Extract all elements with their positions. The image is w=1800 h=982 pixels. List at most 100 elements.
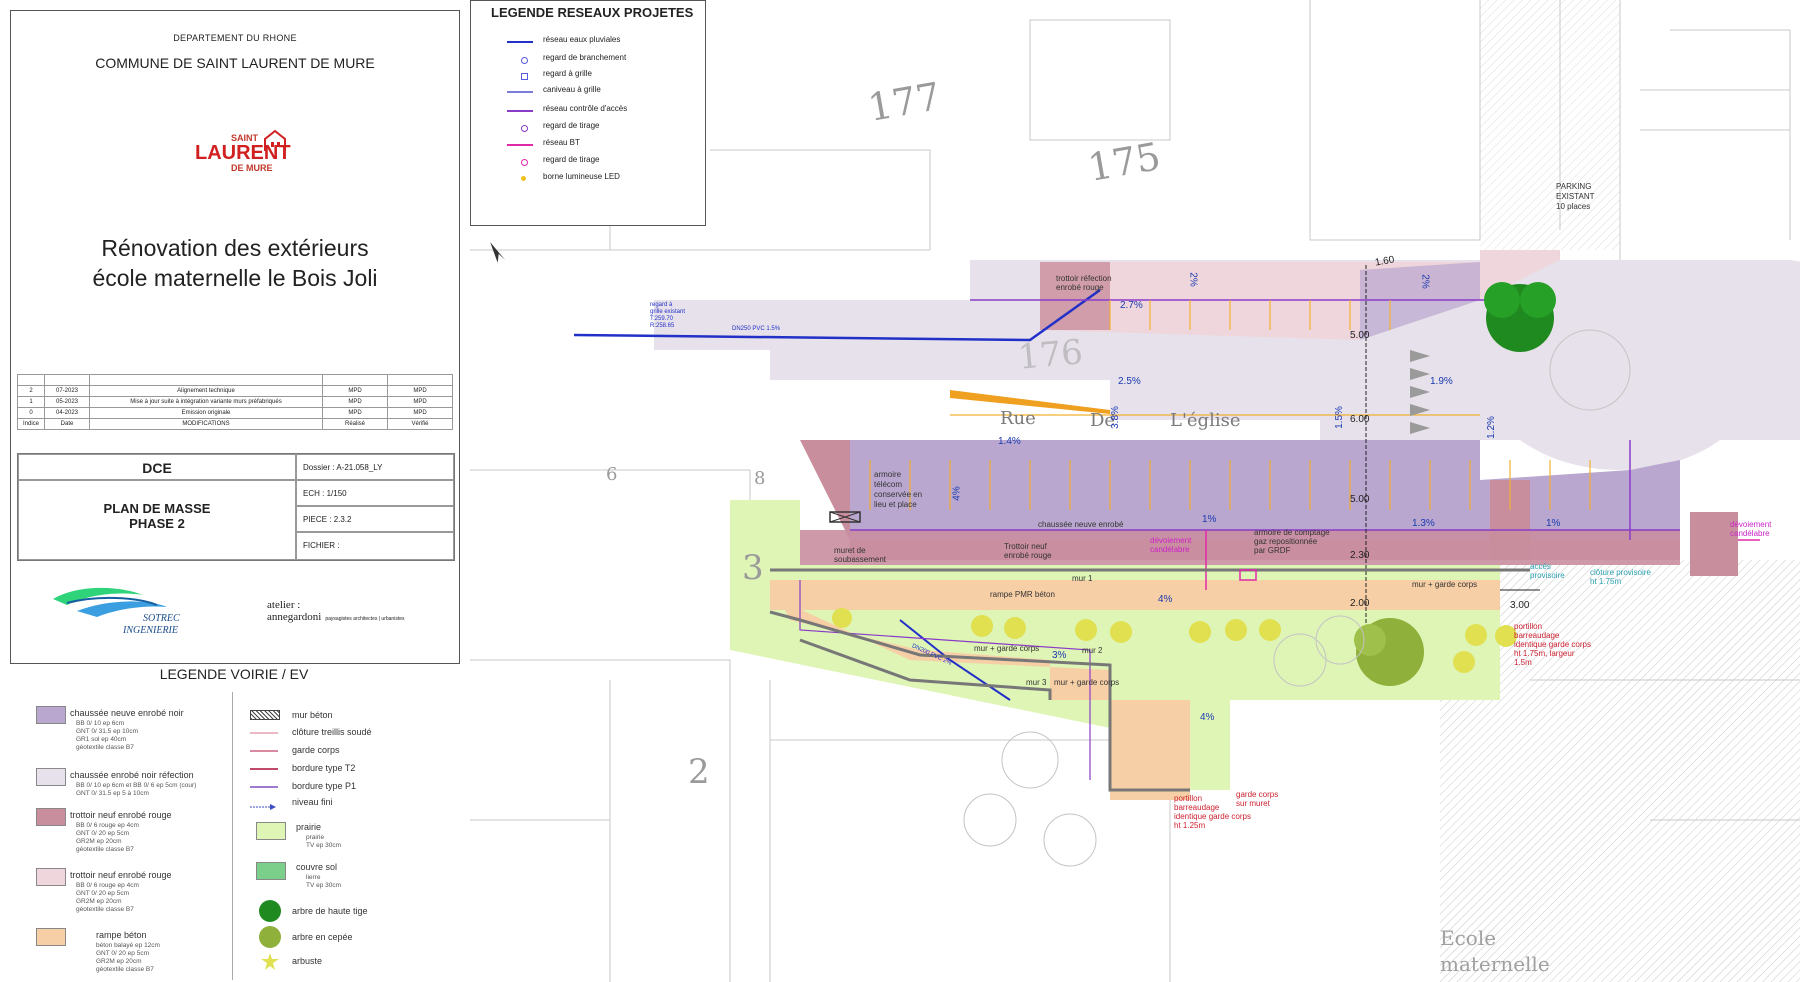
label-line: gaz repositionnée <box>1254 537 1318 546</box>
top-sidewalk-red <box>1040 262 1110 330</box>
legend-swatch-prairie <box>256 822 286 840</box>
company-logos: SOTREC INGENIERIE atelier : annegardoni … <box>17 571 453 651</box>
dimension-label: 6.00 <box>1350 414 1370 425</box>
atelier-sub: paysagistes architectes | urbanistes <box>325 616 405 622</box>
project-title: Rénovation des extérieurs école maternel… <box>11 233 459 293</box>
legend-sub-line: géotextile classe B7 <box>96 966 154 973</box>
legend-label: mur béton <box>292 710 333 720</box>
wall-railing-label-3: mur + garde corps <box>1054 678 1120 687</box>
rev-header-realise: Réalisé <box>322 418 388 430</box>
legend-level-icon <box>250 798 278 810</box>
legend-label: regard à grille <box>543 69 592 78</box>
network-legend-title: LEGENDE RESEAUX PROJETES <box>491 5 694 20</box>
dimension-label: 5.00 <box>1350 330 1370 341</box>
label-line: enrobé rouge <box>1004 551 1052 560</box>
label-line: 1.5m <box>1514 658 1532 667</box>
legend-line-eaux-pluviales <box>507 41 533 43</box>
rev-realise: MPD <box>322 407 388 419</box>
label-line: dévoiement <box>1150 536 1192 545</box>
label-line: identique garde corps <box>1174 812 1251 821</box>
legend-sub-line: TV ep 30cm <box>306 842 342 849</box>
rev-realise: MPD <box>322 396 388 408</box>
slope-label: 1.2% <box>1485 416 1497 439</box>
legend-row: regard de tirage <box>471 121 701 135</box>
legend-sub-line: GR2M ep 20cm <box>76 838 122 845</box>
rev-date: 04-2023 <box>44 407 90 419</box>
legend-line-bordure-t2 <box>250 768 278 770</box>
label-line: R:258.65 <box>650 323 675 329</box>
legend-line-caniveau <box>507 91 533 93</box>
atelier-line2: annegardoni <box>267 611 322 623</box>
legend-sub-line: BB 0/ 10 ep 6cm <box>76 720 125 727</box>
slope-label: 1.3% <box>1412 518 1435 529</box>
legend-sub-line: prairie <box>306 834 325 841</box>
saint-laurent-logo: SAINT LAURENT DE MURE <box>181 111 301 191</box>
legend-sub: BB 0/ 10 ep 6cm GNT 0/ 31.5 ep 10cm GR1 … <box>76 720 138 752</box>
road-legend: LEGENDE VOIRIE / EV chaussée neuve enrob… <box>10 662 468 980</box>
legend-label: bordure type T2 <box>292 763 356 773</box>
telecom-cabinet-label: armoire télécom conservée en lieu et pla… <box>874 470 922 510</box>
gate-right-label: portillon barreaudage identique garde co… <box>1514 622 1591 667</box>
slope-label: 2.5% <box>1118 376 1141 387</box>
table-header-row: Indice Date MODIFICATIONS Réalisé Vérifi… <box>17 418 453 430</box>
label-line: candélabre <box>1150 545 1190 554</box>
legend-swatch-rampe <box>36 928 66 946</box>
slope-label: 2.7% <box>1120 300 1143 311</box>
legend-dot-led <box>521 176 526 181</box>
scale-label: ECH : <box>303 489 325 498</box>
legend-sub-line: GNT 0/ 20 ep 5cm <box>96 950 149 957</box>
legend-label: couvre sol <box>296 862 338 872</box>
slope-label: 4% <box>1158 594 1173 605</box>
legend-label: chaussée enrobé noir réfection <box>70 770 194 780</box>
legend-label: regard de tirage <box>543 121 600 130</box>
project-title-line1: Rénovation des extérieurs <box>101 235 369 261</box>
table-row: 1 05-2023 Mise à jour suite à intégratio… <box>17 396 453 408</box>
legend-label: regard de tirage <box>543 155 600 164</box>
legend-swatch-trottoir-clair <box>36 868 66 886</box>
label-line: provisoire <box>1530 571 1565 580</box>
legend-label: prairie <box>296 822 322 832</box>
legend-sub-line: géotextile classe B7 <box>76 846 134 853</box>
legend-row: borne lumineuse LED <box>471 172 701 186</box>
legend-divider <box>232 692 233 980</box>
legend-sub-line: GR2M ep 20cm <box>96 958 142 965</box>
legend-label: arbuste <box>292 956 323 966</box>
legend-sub-line: GNT 0/ 31.5 ep 10cm <box>76 728 139 735</box>
rev-modif: Emission originale <box>89 407 323 419</box>
legend-sub: BB 0/ 6 rouge ep 4cm GNT 0/ 20 ep 5cm GR… <box>76 822 139 854</box>
legend-dot-tirage <box>521 125 528 132</box>
label-line: barreaudage <box>1514 631 1560 640</box>
legend-label: trottoir neuf enrobé rouge <box>70 870 172 880</box>
street-name-word: L'église <box>1170 410 1241 431</box>
sotrec-name: SOTREC <box>143 613 180 624</box>
new-sidewalk-label: Trottoir neuf enrobé rouge <box>1004 542 1052 560</box>
pmr-ramp-main <box>770 580 1500 610</box>
legend-line-cloture <box>250 732 278 734</box>
parcel-number: 8 <box>754 468 766 489</box>
piece-label: PIECE : <box>303 515 332 524</box>
legend-row: réseau eaux pluviales <box>471 35 701 49</box>
parcel-number: 6 <box>606 464 618 485</box>
legend-sub: lierre TV ep 30cm <box>306 874 341 890</box>
pmr-ramp-label: rampe PMR béton <box>990 590 1055 599</box>
legend-label: clôture treillis soudé <box>292 727 372 737</box>
rev-verifie: MPD <box>387 407 453 419</box>
rev-modif: Mise à jour suite à intégration variante… <box>89 396 323 408</box>
legend-line-bt <box>507 144 533 146</box>
label-line: ht 1.25m <box>1174 821 1206 830</box>
commune-label: COMMUNE DE SAINT LAURENT DE MURE <box>95 55 375 71</box>
dossier-label: Dossier : <box>303 463 335 472</box>
rev-verifie: MPD <box>387 396 453 408</box>
existing-grate-label: regard à grille existant T:259.70 R:258.… <box>650 302 685 330</box>
legend-swatch-chaussee-refection <box>36 768 66 786</box>
scale-value: 1/150 <box>326 489 347 498</box>
legend-row: réseau contrôle d'accès <box>471 104 701 118</box>
label-line: clôture provisoire <box>1590 568 1651 577</box>
legend-label: réseau eaux pluviales <box>543 35 621 44</box>
piece-cell: PIECE : 2.3.2 <box>296 506 454 532</box>
slope-label: 1.5% <box>1333 406 1345 429</box>
legend-sub-line: géotextile classe B7 <box>76 906 134 913</box>
legend-label: garde corps <box>292 745 340 755</box>
legend-swatch-chaussee-neuve <box>36 706 66 724</box>
cepee-tree-icon <box>259 926 281 948</box>
